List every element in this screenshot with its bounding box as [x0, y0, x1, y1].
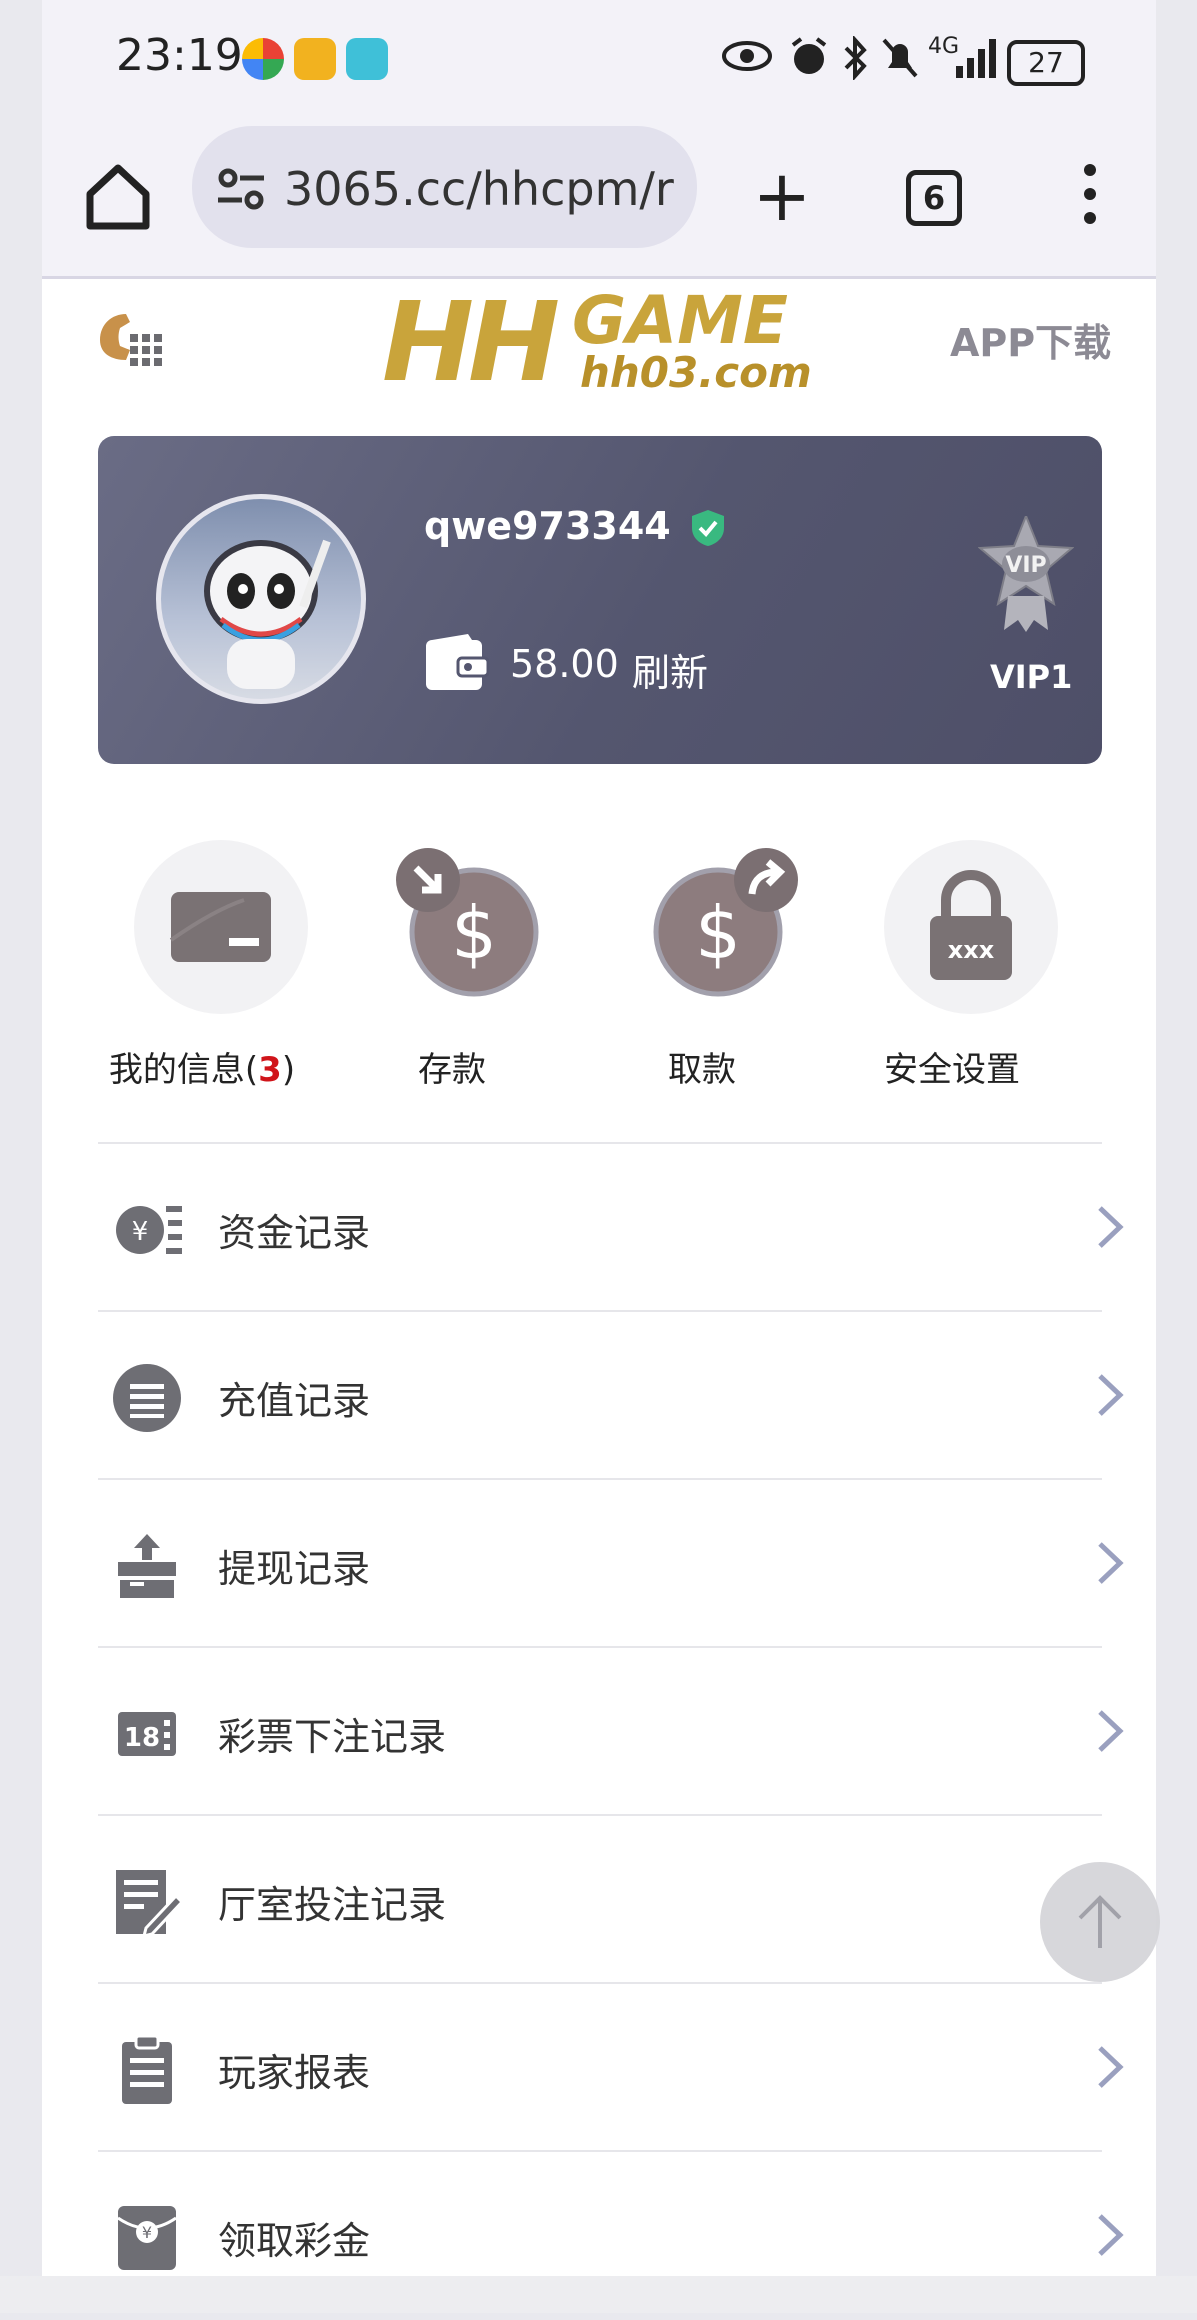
list-circle-icon	[113, 1364, 181, 1432]
balance-amount: 58.00	[510, 642, 619, 686]
withdraw-dollar-icon: $	[634, 840, 808, 1014]
menu-item-hall-bet-records[interactable]: 厅室投注记录	[98, 1816, 1102, 1984]
username: qwe973344	[424, 504, 671, 548]
tab-switcher-button[interactable]: 6	[906, 170, 962, 226]
logo-main: HH	[382, 278, 560, 406]
message-card-icon	[134, 840, 308, 1014]
app-notification-icon	[242, 38, 284, 80]
deposit-action[interactable]: $ 存款	[332, 840, 572, 1100]
home-icon[interactable]	[78, 156, 158, 236]
site-settings-icon[interactable]	[216, 166, 266, 212]
chevron-right-icon	[1098, 2046, 1124, 2088]
url-text: 3065.cc/hhcpm/r	[284, 162, 674, 216]
my-messages-label: 我的信息(3)	[108, 1050, 296, 1090]
menu-item-label: 充值记录	[218, 1379, 371, 1423]
clipboard-icon	[122, 2034, 172, 2104]
menu-item-withdrawal-records[interactable]: 提现记录	[98, 1480, 1124, 1648]
deposit-label: 存款	[418, 1050, 486, 1090]
verified-shield-icon	[692, 510, 724, 546]
logo-game: GAME	[572, 282, 789, 359]
menu-item-label: 彩票下注记录	[218, 1715, 447, 1759]
lottery-18-icon: 18	[118, 1712, 176, 1756]
red-envelope-icon: ¥	[117, 2206, 177, 2270]
svg-text:xxx: xxx	[948, 936, 995, 964]
my-messages-action[interactable]: 我的信息(3)	[82, 840, 322, 1100]
withdraw-label: 取款	[668, 1050, 736, 1090]
svg-text:18: 18	[124, 1723, 160, 1753]
bell-muted-icon	[882, 38, 918, 78]
logo-domain: hh03.com	[580, 348, 812, 397]
menu-item-fund-records[interactable]: ¥ 资金记录	[98, 1144, 1124, 1312]
wallet-icon	[426, 634, 490, 690]
arrow-up-icon	[1078, 1895, 1122, 1948]
phone-icon[interactable]	[94, 310, 164, 370]
edit-note-icon	[116, 1870, 184, 1938]
back-to-top-button[interactable]	[1040, 1862, 1160, 1982]
site-logo[interactable]: HH GAME hh03.com	[382, 282, 862, 402]
bottom-edge	[0, 2276, 1197, 2313]
address-bar[interactable]: 3065.cc/hhcpm/r	[192, 126, 697, 248]
chevron-right-icon	[1098, 1206, 1124, 1248]
menu-item-label: 资金记录	[218, 1211, 371, 1255]
withdraw-action[interactable]: $ 取款	[582, 840, 822, 1100]
new-tab-button[interactable]: +	[742, 156, 822, 236]
menu-item-player-report[interactable]: 玩家报表	[98, 1984, 1124, 2152]
svg-text:¥: ¥	[142, 2223, 152, 2242]
browser-menu-button[interactable]	[1078, 164, 1102, 234]
panda-mascot-icon	[204, 539, 331, 689]
menu-item-label: 领取彩金	[218, 2219, 371, 2263]
lock-icon: xxx	[884, 840, 1058, 1014]
avatar[interactable]	[156, 494, 366, 704]
menu-item-lottery-bet-records[interactable]: 18 彩票下注记录	[98, 1648, 1124, 1816]
unread-count-badge: 3	[258, 1050, 282, 1090]
eye-icon	[722, 41, 772, 71]
svg-text:$: $	[695, 891, 741, 975]
chevron-right-icon	[1098, 1710, 1124, 1752]
svg-text:¥: ¥	[132, 1217, 149, 1247]
menu-item-label: 玩家报表	[218, 2051, 371, 2095]
signal-icon	[956, 39, 996, 78]
battery-indicator: 27	[1007, 40, 1085, 86]
svg-text:$: $	[451, 891, 497, 975]
status-bar: 23:19 4G 27	[42, 0, 1156, 120]
vip-level: VIP1	[990, 658, 1073, 696]
yen-ledger-icon: ¥	[116, 1206, 182, 1254]
chevron-right-icon	[1098, 2214, 1124, 2256]
chevron-right-icon	[1098, 1374, 1124, 1416]
deposit-dollar-icon: $	[384, 840, 558, 1014]
chevron-right-icon	[1098, 1542, 1124, 1584]
page-frame: 23:19 4G 27 3065.cc/hhcpm/r + 6 HH GAME …	[42, 0, 1156, 2313]
menu-item-recharge-records[interactable]: 充值记录	[98, 1312, 1124, 1480]
user-card: qwe973344 58.00 刷新 VIP VIP1	[98, 436, 1102, 764]
security-settings-action[interactable]: xxx 安全设置	[832, 840, 1072, 1100]
alarm-icon	[791, 37, 827, 74]
app-download-link[interactable]: APP下载	[950, 312, 1111, 367]
browser-toolbar: 3065.cc/hhcpm/r + 6	[42, 120, 1156, 279]
upload-box-icon	[118, 1534, 176, 1598]
vip-star-badge-icon: VIP	[978, 516, 1074, 632]
menu-item-label: 提现记录	[218, 1547, 371, 1591]
book-notification-icon	[346, 38, 388, 80]
status-time: 23:19	[116, 30, 243, 81]
mail-notification-icon	[294, 38, 336, 80]
security-settings-label: 安全设置	[884, 1050, 1020, 1090]
bluetooth-icon	[844, 36, 867, 80]
svg-text:VIP: VIP	[1005, 553, 1046, 578]
menu-item-label: 厅室投注记录	[218, 1883, 447, 1927]
refresh-balance-button[interactable]: 刷新	[632, 642, 708, 697]
